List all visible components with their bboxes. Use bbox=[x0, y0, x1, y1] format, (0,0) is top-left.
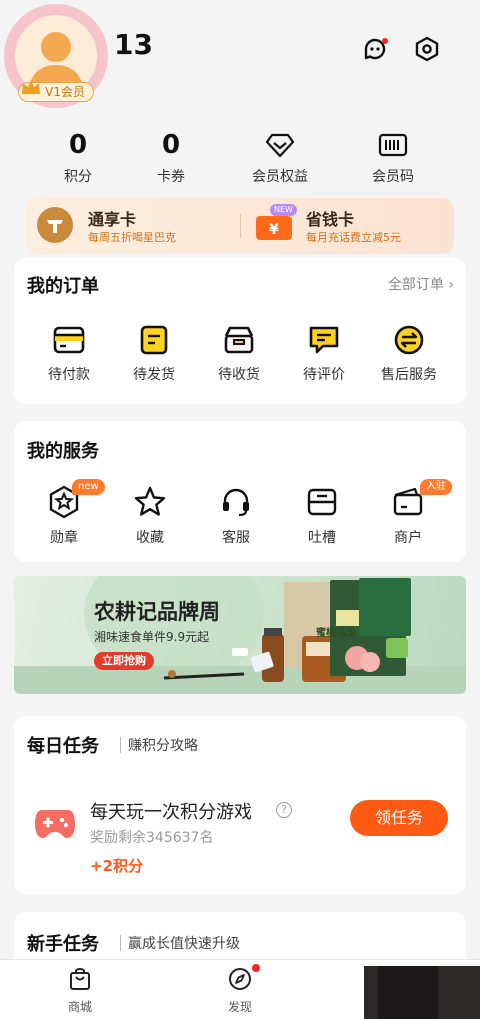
task-remaining: 奖励剩余345637名 bbox=[90, 830, 214, 846]
task-reward: +2积分 bbox=[90, 857, 144, 875]
mailbox-icon bbox=[307, 488, 337, 516]
diamond-icon bbox=[265, 133, 295, 158]
services-card: 我的服务 勋章 new 收藏 客服 吐槽 商户 入驻 bbox=[14, 421, 466, 562]
order-item-label: 待付款 bbox=[48, 367, 90, 383]
tongxiang-title: 通享卡 bbox=[88, 210, 137, 229]
shopping-bag-icon bbox=[70, 968, 90, 990]
tongxiang-card[interactable]: 通享卡 每周五折喝星巴克 bbox=[36, 206, 236, 246]
title-divider bbox=[120, 935, 121, 951]
all-orders-link[interactable]: 全部订单 › bbox=[388, 274, 454, 294]
tab-discover[interactable]: 发现 bbox=[200, 966, 280, 1015]
document-icon bbox=[140, 325, 168, 355]
coupons-stat[interactable]: 0 卡券 bbox=[131, 128, 211, 186]
savings-title: 省钱卡 bbox=[306, 210, 355, 229]
tongxiang-sub: 每周五折喝星巴克 bbox=[88, 231, 176, 244]
barcode-icon bbox=[378, 133, 408, 157]
service-favorites[interactable]: 收藏 bbox=[108, 485, 192, 547]
new-badge: NEW bbox=[270, 204, 297, 216]
newbie-task-title: 新手任务 bbox=[27, 934, 99, 955]
services-title: 我的服务 bbox=[27, 441, 99, 462]
member-benefits-label: 会员权益 bbox=[252, 169, 308, 185]
tab-mall[interactable]: 商城 bbox=[40, 966, 120, 1015]
service-feedback[interactable]: 吐槽 bbox=[280, 485, 364, 547]
overlay-block bbox=[378, 966, 438, 1019]
daily-task-title: 每日任务 bbox=[27, 736, 99, 757]
promo-strip: 通享卡 每周五折喝星巴克 ¥ NEW 省钱卡 每月充话费立减5元 bbox=[26, 198, 454, 254]
discover-notification-dot bbox=[252, 964, 260, 972]
star-icon bbox=[134, 486, 166, 516]
points-value: 0 bbox=[68, 130, 88, 160]
service-customer-support[interactable]: 客服 bbox=[194, 485, 278, 547]
order-pending-shipment[interactable]: 待发货 bbox=[112, 324, 196, 384]
compass-icon bbox=[229, 968, 251, 990]
banner-buy-button[interactable]: 立即抢购 bbox=[94, 652, 154, 670]
headset-icon bbox=[223, 488, 249, 517]
banner-art bbox=[14, 576, 466, 694]
service-item-label: 商户 bbox=[394, 530, 422, 546]
order-pending-payment[interactable]: 待付款 bbox=[27, 324, 111, 384]
service-item-label: 勋章 bbox=[50, 530, 78, 546]
crown-icon bbox=[22, 80, 40, 94]
order-pending-receipt[interactable]: 待收货 bbox=[197, 324, 281, 384]
box-icon bbox=[224, 326, 254, 354]
avatar-ring[interactable]: V1会员 bbox=[4, 4, 108, 108]
promo-divider bbox=[240, 214, 241, 238]
chevron-right-icon: › bbox=[448, 277, 454, 293]
profile-header: V1会员 13 bbox=[0, 0, 480, 120]
all-orders-label: 全部订单 bbox=[387, 277, 444, 293]
member-benefits-stat[interactable]: 会员权益 bbox=[240, 128, 320, 186]
join-tag: 入驻 bbox=[420, 479, 452, 495]
promo-banner[interactable]: 农耕记品牌周 湘味速食单件9.9元起 立即抢购 蜜桃乌龙 bbox=[14, 576, 466, 694]
orders-title: 我的订单 bbox=[27, 276, 99, 297]
task-name: 每天玩一次积分游戏 bbox=[90, 802, 252, 823]
savings-card[interactable]: ¥ NEW 省钱卡 每月充话费立减5元 bbox=[254, 204, 450, 246]
username: 13 bbox=[114, 28, 153, 61]
claim-task-button[interactable]: 领任务 bbox=[350, 800, 448, 836]
tab-label: 商城 bbox=[67, 1000, 92, 1014]
service-item-label: 收藏 bbox=[136, 530, 164, 546]
banner-title: 农耕记品牌周 bbox=[94, 600, 220, 624]
comment-icon bbox=[309, 326, 339, 354]
banner-subtitle: 湘味速食单件9.9元起 bbox=[94, 630, 210, 644]
banner-product-label: 蜜桃乌龙 bbox=[316, 628, 356, 639]
order-item-label: 待评价 bbox=[303, 367, 345, 383]
title-divider bbox=[120, 737, 121, 753]
settings-hex-icon[interactable] bbox=[414, 36, 440, 62]
service-item-label: 吐槽 bbox=[308, 530, 336, 546]
newbie-task-subtitle[interactable]: 赢成长值快速升级 bbox=[128, 933, 240, 953]
coupons-label: 卡券 bbox=[157, 169, 185, 185]
svg-text:¥: ¥ bbox=[269, 222, 279, 238]
coupons-value: 0 bbox=[161, 130, 181, 160]
points-stat[interactable]: 0 积分 bbox=[38, 128, 118, 186]
member-code-stat[interactable]: 会员码 bbox=[353, 128, 433, 186]
tab-label: 发现 bbox=[227, 1000, 252, 1014]
order-after-sales[interactable]: 售后服务 bbox=[367, 324, 451, 384]
service-item-label: 客服 bbox=[222, 530, 250, 546]
notification-dot bbox=[382, 38, 388, 44]
order-item-label: 售后服务 bbox=[381, 367, 437, 383]
wallet-icon bbox=[53, 326, 85, 354]
stats-row: 0 积分 0 卡券 会员权益 会员码 bbox=[30, 128, 450, 188]
member-code-label: 会员码 bbox=[372, 169, 414, 185]
exchange-icon bbox=[394, 325, 424, 355]
card-badge-icon bbox=[37, 207, 73, 243]
daily-task-subtitle[interactable]: 赚积分攻略 bbox=[128, 735, 198, 755]
order-item-label: 待收货 bbox=[218, 367, 260, 383]
orders-card: 我的订单 全部订单 › 待付款 待发货 待收货 待评价 售后服务 bbox=[14, 258, 466, 404]
help-icon[interactable]: ? bbox=[276, 802, 292, 818]
savings-sub: 每月充话费立减5元 bbox=[306, 231, 401, 244]
new-tag: new bbox=[72, 479, 105, 495]
order-item-label: 待发货 bbox=[133, 367, 175, 383]
gamepad-icon bbox=[35, 810, 75, 838]
daily-task-card: 每日任务 赚积分攻略 每天玩一次积分游戏 ? 奖励剩余345637名 +2积分 … bbox=[14, 716, 466, 894]
order-pending-review[interactable]: 待评价 bbox=[282, 324, 366, 384]
points-label: 积分 bbox=[64, 169, 92, 185]
